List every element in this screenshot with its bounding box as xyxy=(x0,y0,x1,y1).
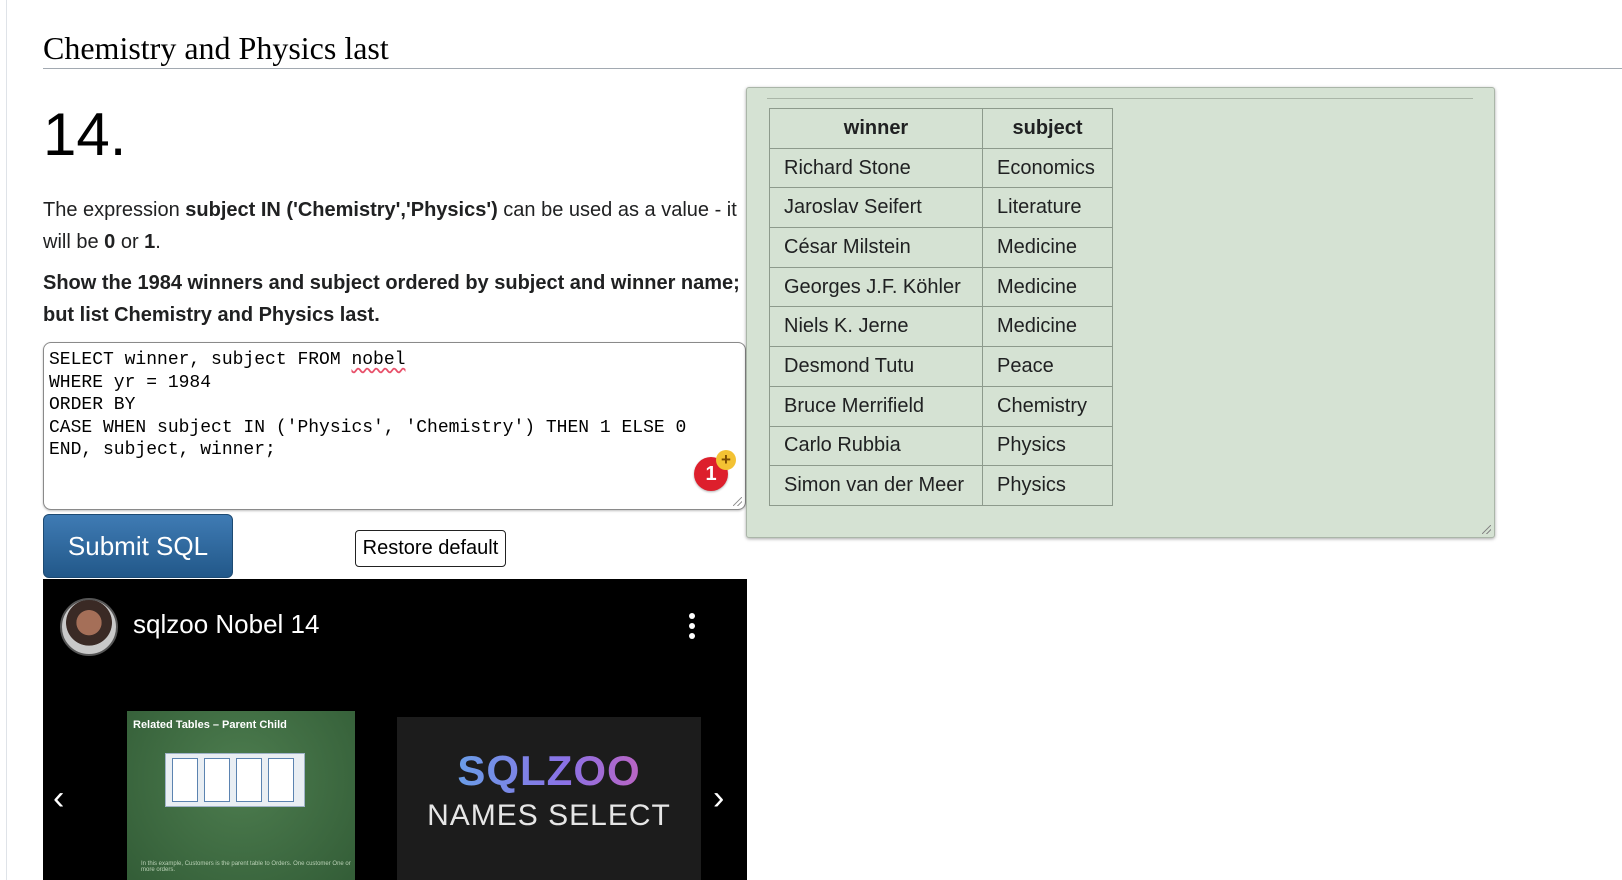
table-row: Simon van der Meer Physics xyxy=(769,465,1113,506)
desc-expression: subject IN ('Chemistry','Physics') xyxy=(185,199,498,221)
question-number: 14. xyxy=(43,101,127,168)
sql-line-5: END, subject, winner; xyxy=(49,440,276,460)
table-diagram-icon xyxy=(165,753,305,807)
subject-cell: Literature xyxy=(982,187,1113,229)
winner-cell: Desmond Tutu xyxy=(769,346,983,387)
subject-cell: Physics xyxy=(982,465,1113,506)
thumbnail-subtitle: NAMES SELECT xyxy=(427,799,671,832)
result-table: winner subject Richard Stone Economics Ja… xyxy=(769,108,1113,506)
table-row: Carlo Rubbia Physics xyxy=(769,425,1113,467)
sql-line-1-prefix: SELECT winner, subject FROM xyxy=(49,350,352,370)
submit-sql-button[interactable]: Submit SQL xyxy=(43,514,233,578)
table-row: Richard Stone Economics xyxy=(769,147,1113,189)
subject-cell: Medicine xyxy=(982,266,1113,308)
table-row: Georges J.F. Köhler Medicine xyxy=(769,266,1113,308)
left-border xyxy=(6,0,7,880)
subject-cell: Economics xyxy=(982,147,1113,189)
video-thumbnail-names-select[interactable]: SQLZOO NAMES SELECT xyxy=(397,717,701,880)
subject-cell: Physics xyxy=(982,425,1113,467)
sql-editor[interactable]: SELECT winner, subject FROM nobel WHERE … xyxy=(43,342,746,510)
section-heading: Chemistry and Physics last xyxy=(43,28,1622,69)
winner-cell: Carlo Rubbia xyxy=(769,425,983,467)
winner-cell: Richard Stone xyxy=(769,147,983,189)
chevron-left-icon[interactable]: ‹ xyxy=(53,779,64,818)
question-description: The expression subject IN ('Chemistry','… xyxy=(43,194,743,258)
desc-text-1: The expression xyxy=(43,199,186,221)
video-title[interactable]: sqlzoo Nobel 14 xyxy=(133,609,319,640)
result-panel: winner subject Richard Stone Economics Ja… xyxy=(746,87,1495,538)
column-header-winner: winner xyxy=(769,108,983,149)
sql-line-4: CASE WHEN subject IN ('Physics', 'Chemis… xyxy=(49,417,687,438)
subject-cell: Chemistry xyxy=(982,385,1113,427)
sql-line-1: SELECT winner, subject FROM nobel xyxy=(49,349,740,372)
restore-default-button[interactable]: Restore default xyxy=(355,530,506,567)
video-player[interactable]: sqlzoo Nobel 14 ‹ Related Tables – Paren… xyxy=(43,579,747,880)
more-options-icon[interactable] xyxy=(689,613,695,643)
subject-cell: Peace xyxy=(982,346,1113,387)
desc-zero: 0 xyxy=(104,231,116,253)
column-header-subject: subject xyxy=(982,108,1113,149)
winner-cell: Simon van der Meer xyxy=(769,465,983,506)
desc-one: 1 xyxy=(144,231,156,253)
table-row: Jaroslav Seifert Literature xyxy=(769,187,1113,229)
table-row: Niels K. Jerne Medicine xyxy=(769,306,1113,348)
chevron-right-icon[interactable]: › xyxy=(713,779,724,818)
thumbnail-caption: In this example, Customers is the parent… xyxy=(141,861,351,873)
editor-resize-handle[interactable] xyxy=(733,497,742,506)
badge-plus-icon[interactable]: + xyxy=(716,450,736,470)
thumbnail-title: Related Tables – Parent Child xyxy=(133,719,287,731)
sql-table-name: nobel xyxy=(351,350,406,370)
result-divider xyxy=(767,98,1473,99)
table-row: Bruce Merrifield Chemistry xyxy=(769,385,1113,427)
subject-cell: Medicine xyxy=(982,227,1113,268)
sqlzoo-logo: SQLZOO xyxy=(397,747,701,795)
desc-text-3: or xyxy=(115,231,145,253)
question-task: Show the 1984 winners and subject ordere… xyxy=(43,272,740,326)
panel-resize-handle[interactable] xyxy=(1482,525,1491,534)
winner-cell: César Milstein xyxy=(769,227,983,268)
winner-cell: Jaroslav Seifert xyxy=(769,187,983,229)
winner-cell: Bruce Merrifield xyxy=(769,385,983,427)
video-thumbnail-related-tables[interactable]: Related Tables – Parent Child In this ex… xyxy=(127,711,355,880)
channel-avatar[interactable] xyxy=(60,598,118,656)
desc-text-4: . xyxy=(155,231,161,253)
sql-line-3: ORDER BY xyxy=(49,395,136,415)
winner-cell: Niels K. Jerne xyxy=(769,306,983,348)
subject-cell: Medicine xyxy=(982,306,1113,348)
result-header-row: winner subject xyxy=(769,108,1113,149)
table-row: Desmond Tutu Peace xyxy=(769,346,1113,387)
winner-cell: Georges J.F. Köhler xyxy=(769,266,983,308)
table-row: César Milstein Medicine xyxy=(769,227,1113,268)
sql-line-2: WHERE yr = 1984 xyxy=(49,372,212,393)
